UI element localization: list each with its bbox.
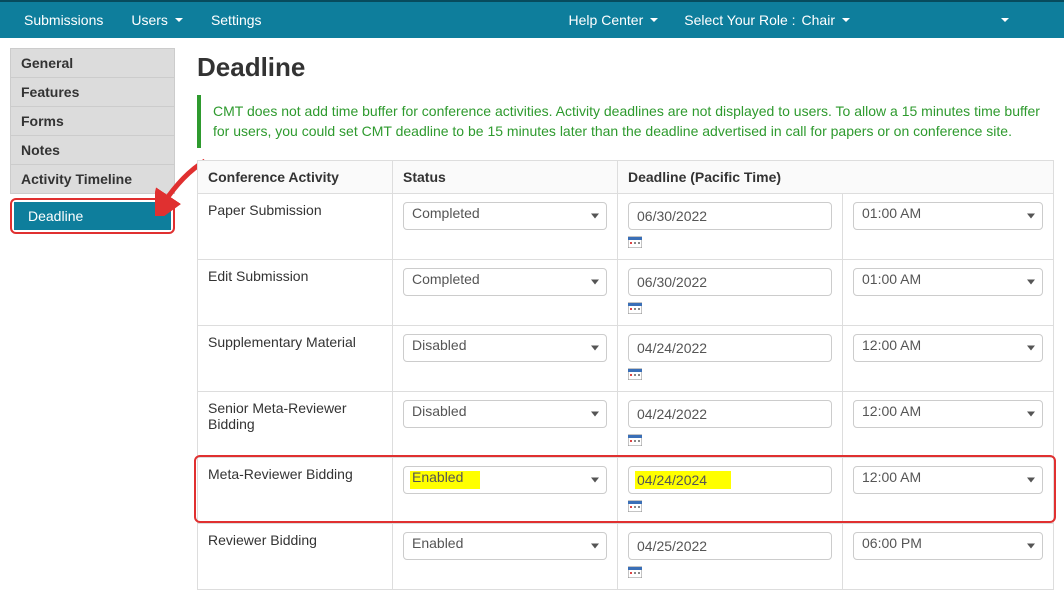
date-cell: [618, 259, 843, 325]
date-input[interactable]: [628, 400, 832, 428]
time-cell: 12:00 AM: [843, 325, 1054, 391]
date-cell: [618, 193, 843, 259]
status-cell: Enabled: [393, 523, 618, 589]
col-deadline: Deadline (Pacific Time): [618, 160, 1054, 193]
date-input[interactable]: [628, 268, 832, 296]
sidebar: General Features Forms Notes Activity Ti…: [10, 48, 175, 234]
date-input[interactable]: [628, 532, 832, 560]
nav-help-label: Help Center: [569, 12, 644, 28]
nav-help-center[interactable]: Help Center: [555, 1, 673, 39]
main-content: Deadline CMT does not add time buffer fo…: [175, 38, 1064, 590]
chevron-down-icon: [175, 18, 183, 22]
time-cell: 01:00 AM: [843, 259, 1054, 325]
status-select[interactable]: Disabled: [403, 334, 607, 362]
deadline-table: Conference Activity Status Deadline (Pac…: [197, 160, 1054, 590]
status-select[interactable]: Completed: [403, 268, 607, 296]
time-cell: 01:00 AM: [843, 193, 1054, 259]
activity-cell: Paper Submission: [198, 193, 393, 259]
nav-users[interactable]: Users: [117, 1, 197, 39]
table-row: Meta-Reviewer Bidding Enabled 12:00 AM: [198, 457, 1054, 523]
time-cell: 06:00 PM: [843, 523, 1054, 589]
status-cell: Disabled: [393, 325, 618, 391]
sidebar-item-forms[interactable]: Forms: [11, 107, 174, 136]
calendar-icon[interactable]: [628, 434, 642, 446]
info-banner: CMT does not add time buffer for confere…: [197, 95, 1054, 148]
top-navbar: Submissions Users Settings Help Center S…: [0, 0, 1064, 38]
role-label: Select Your Role :: [672, 1, 799, 39]
activity-cell: Supplementary Material: [198, 325, 393, 391]
date-cell: [618, 457, 843, 523]
calendar-icon[interactable]: [628, 368, 642, 380]
status-select[interactable]: Enabled: [403, 466, 607, 494]
chevron-down-icon: [650, 18, 658, 22]
table-row: Supplementary Material Disabled 12:00 AM: [198, 325, 1054, 391]
sidebar-item-features[interactable]: Features: [11, 78, 174, 107]
role-value: Chair: [802, 12, 835, 28]
page-title: Deadline: [197, 52, 1054, 83]
chevron-down-icon: [1001, 18, 1009, 22]
nav-settings-label: Settings: [211, 12, 262, 28]
time-select[interactable]: 12:00 AM: [853, 400, 1043, 428]
role-dropdown[interactable]: Chair: [800, 1, 864, 39]
activity-cell: Edit Submission: [198, 259, 393, 325]
nav-blank-1[interactable]: [864, 1, 984, 39]
status-cell: Disabled: [393, 391, 618, 457]
time-cell: 12:00 AM: [843, 391, 1054, 457]
status-cell: Completed: [393, 193, 618, 259]
calendar-icon[interactable]: [628, 566, 642, 578]
date-input[interactable]: [628, 466, 832, 494]
time-select[interactable]: 12:00 AM: [853, 466, 1043, 494]
sidebar-active-highlight: Deadline: [10, 198, 175, 234]
sidebar-item-deadline[interactable]: Deadline: [14, 202, 171, 230]
status-cell: Completed: [393, 259, 618, 325]
calendar-icon[interactable]: [628, 500, 642, 512]
chevron-down-icon: [842, 18, 850, 22]
status-cell: Enabled: [393, 457, 618, 523]
col-activity: Conference Activity: [198, 160, 393, 193]
date-input[interactable]: [628, 202, 832, 230]
date-cell: [618, 391, 843, 457]
nav-submissions[interactable]: Submissions: [10, 1, 117, 39]
date-cell: [618, 523, 843, 589]
status-select[interactable]: Disabled: [403, 400, 607, 428]
status-select[interactable]: Completed: [403, 202, 607, 230]
col-status: Status: [393, 160, 618, 193]
time-select[interactable]: 01:00 AM: [853, 268, 1043, 296]
table-row: Paper Submission Completed 01:00 AM: [198, 193, 1054, 259]
time-select[interactable]: 06:00 PM: [853, 532, 1043, 560]
date-cell: [618, 325, 843, 391]
nav-settings[interactable]: Settings: [197, 1, 276, 39]
table-row: Reviewer Bidding Enabled 06:00 PM: [198, 523, 1054, 589]
table-row: Edit Submission Completed 01:00 AM: [198, 259, 1054, 325]
table-row: Senior Meta-Reviewer Bidding Disabled 12:0…: [198, 391, 1054, 457]
activity-cell: Reviewer Bidding: [198, 523, 393, 589]
sidebar-item-notes[interactable]: Notes: [11, 136, 174, 165]
activity-cell: Senior Meta-Reviewer Bidding: [198, 391, 393, 457]
sidebar-item-activity-timeline[interactable]: Activity Timeline: [11, 165, 174, 193]
calendar-icon[interactable]: [628, 236, 642, 248]
time-select[interactable]: 12:00 AM: [853, 334, 1043, 362]
sidebar-item-general[interactable]: General: [11, 49, 174, 78]
activity-cell: Meta-Reviewer Bidding: [198, 457, 393, 523]
date-input[interactable]: [628, 334, 832, 362]
time-cell: 12:00 AM: [843, 457, 1054, 523]
nav-blank-2[interactable]: [984, 1, 1054, 39]
nav-users-label: Users: [131, 12, 168, 28]
nav-submissions-label: Submissions: [24, 12, 103, 28]
time-select[interactable]: 01:00 AM: [853, 202, 1043, 230]
status-select[interactable]: Enabled: [403, 532, 607, 560]
calendar-icon[interactable]: [628, 302, 642, 314]
